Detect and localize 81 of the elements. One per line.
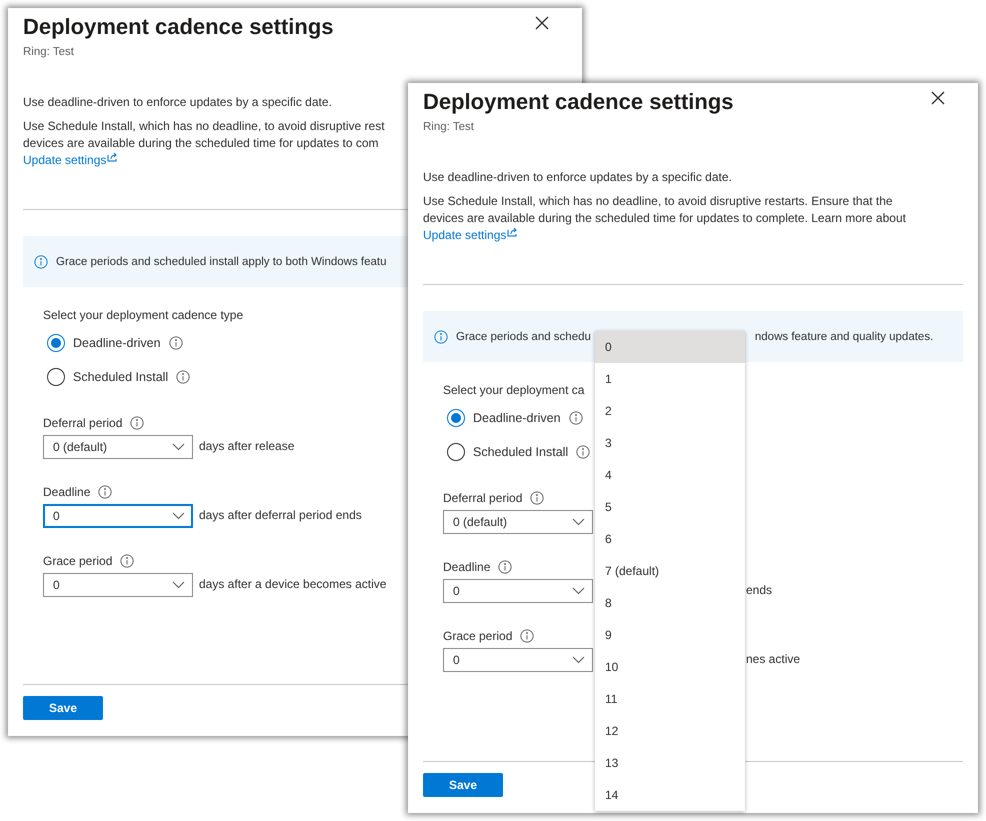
description-text: Use Schedule Install, which has no deadline, to avoid disruptive restarts. Ensure that the devices are available during the scheduled time for updates to complete. Learn more about <box>423 193 906 227</box>
radio-option[interactable]: Scheduled Install <box>47 368 168 386</box>
ring-subtitle: Ring: Test <box>423 121 475 133</box>
field-label: Deferral period <box>43 416 122 430</box>
chevron-down-icon <box>572 587 585 595</box>
description-text: Use Schedule Install, which has no deadline, to avoid disruptive rest devices are available during the scheduled time for updates to com <box>23 118 385 152</box>
chevron-down-icon <box>172 443 185 451</box>
close-button[interactable] <box>535 16 551 32</box>
field-label: Grace period <box>43 554 112 568</box>
number-select[interactable]: 0 <box>443 579 593 603</box>
dropdown-option[interactable]: 12 <box>595 715 745 747</box>
dialog-title: Deployment cadence settings <box>23 13 334 41</box>
dropdown-option[interactable]: 9 <box>595 619 745 651</box>
dropdown-option[interactable]: 1 <box>595 363 745 395</box>
close-icon <box>535 16 549 30</box>
info-icon <box>568 411 583 425</box>
days-suffix-text: days after deferral period ends <box>199 508 362 522</box>
days-suffix-text: days after a device becomes active <box>199 577 386 591</box>
info-icon <box>34 254 48 268</box>
dropdown-option[interactable]: 11 <box>595 683 745 715</box>
number-select[interactable]: 0 <box>43 573 193 597</box>
save-button[interactable]: Save <box>23 696 103 720</box>
radio-circle <box>47 368 65 386</box>
info-icon <box>98 485 112 499</box>
number-select[interactable]: 0 (default) <box>43 435 193 459</box>
dropdown-option[interactable]: 3 <box>595 427 745 459</box>
info-icon <box>168 336 183 350</box>
dropdown-option[interactable]: 0 <box>595 331 745 363</box>
info-icon <box>520 629 534 643</box>
chevron-down-icon <box>172 512 185 520</box>
days-suffix-text: nes active <box>746 652 800 666</box>
info-text: Grace periods and scheduled install apply to both Windows featu <box>56 256 387 268</box>
cadence-type-label: Select your deployment cadence type <box>43 308 244 322</box>
radio-option[interactable]: Deadline-driven <box>47 334 161 352</box>
days-suffix-text: days after release <box>199 439 294 453</box>
close-icon <box>931 91 945 105</box>
ring-subtitle: Ring: Test <box>23 46 75 58</box>
number-select[interactable]: 0 (default) <box>443 510 593 534</box>
number-select[interactable]: 0 <box>43 504 193 528</box>
info-text: Grace periods and schedu <box>456 330 591 342</box>
close-button[interactable] <box>931 91 947 107</box>
info-text: ndows feature and quality updates. <box>754 330 934 342</box>
info-icon <box>434 330 448 344</box>
info-icon <box>120 554 134 568</box>
radio-option[interactable]: Deadline-driven <box>447 409 561 427</box>
intro-text: Use deadline-driven to enforce updates by a specific date. <box>423 170 732 184</box>
intro-text: Use deadline-driven to enforce updates by a specific date. <box>23 95 332 109</box>
radio-circle <box>447 443 465 461</box>
chevron-down-icon <box>172 581 185 589</box>
chevron-down-icon <box>572 518 585 526</box>
field-label: Deadline <box>443 560 490 574</box>
dialog-title: Deployment cadence settings <box>423 88 734 116</box>
external-link-icon <box>507 227 518 237</box>
info-icon <box>130 416 144 430</box>
radio-circle <box>447 409 465 427</box>
field-label: Deferral period <box>443 491 522 505</box>
info-icon <box>576 445 590 459</box>
external-link-icon <box>107 152 118 162</box>
field-label: Grace period <box>443 629 512 643</box>
dropdown-option[interactable]: 10 <box>595 651 745 683</box>
update-settings-link[interactable]: Update settings <box>423 227 518 244</box>
update-settings-link[interactable]: Update settings <box>23 152 118 169</box>
number-select[interactable]: 0 <box>443 648 593 672</box>
dropdown-option[interactable]: 6 <box>595 523 745 555</box>
dropdown-option[interactable]: 2 <box>595 395 745 427</box>
cadence-type-label: Select your deployment ca <box>443 383 586 397</box>
info-icon <box>530 491 544 505</box>
dropdown-option[interactable]: 13 <box>595 747 745 779</box>
info-icon <box>498 560 512 574</box>
dropdown-option[interactable]: 7 (default) <box>595 555 745 587</box>
dropdown-option[interactable]: 4 <box>595 459 745 491</box>
save-button[interactable]: Save <box>423 773 503 797</box>
days-suffix-text: ends <box>746 583 772 597</box>
dropdown-option[interactable]: 8 <box>595 587 745 619</box>
field-label: Deadline <box>43 485 90 499</box>
radio-option[interactable]: Scheduled Install <box>447 443 568 461</box>
info-icon <box>176 370 190 384</box>
radio-circle <box>47 334 65 352</box>
dropdown-option[interactable]: 14 <box>595 779 745 811</box>
chevron-down-icon <box>572 656 585 664</box>
dropdown-option[interactable]: 5 <box>595 491 745 523</box>
